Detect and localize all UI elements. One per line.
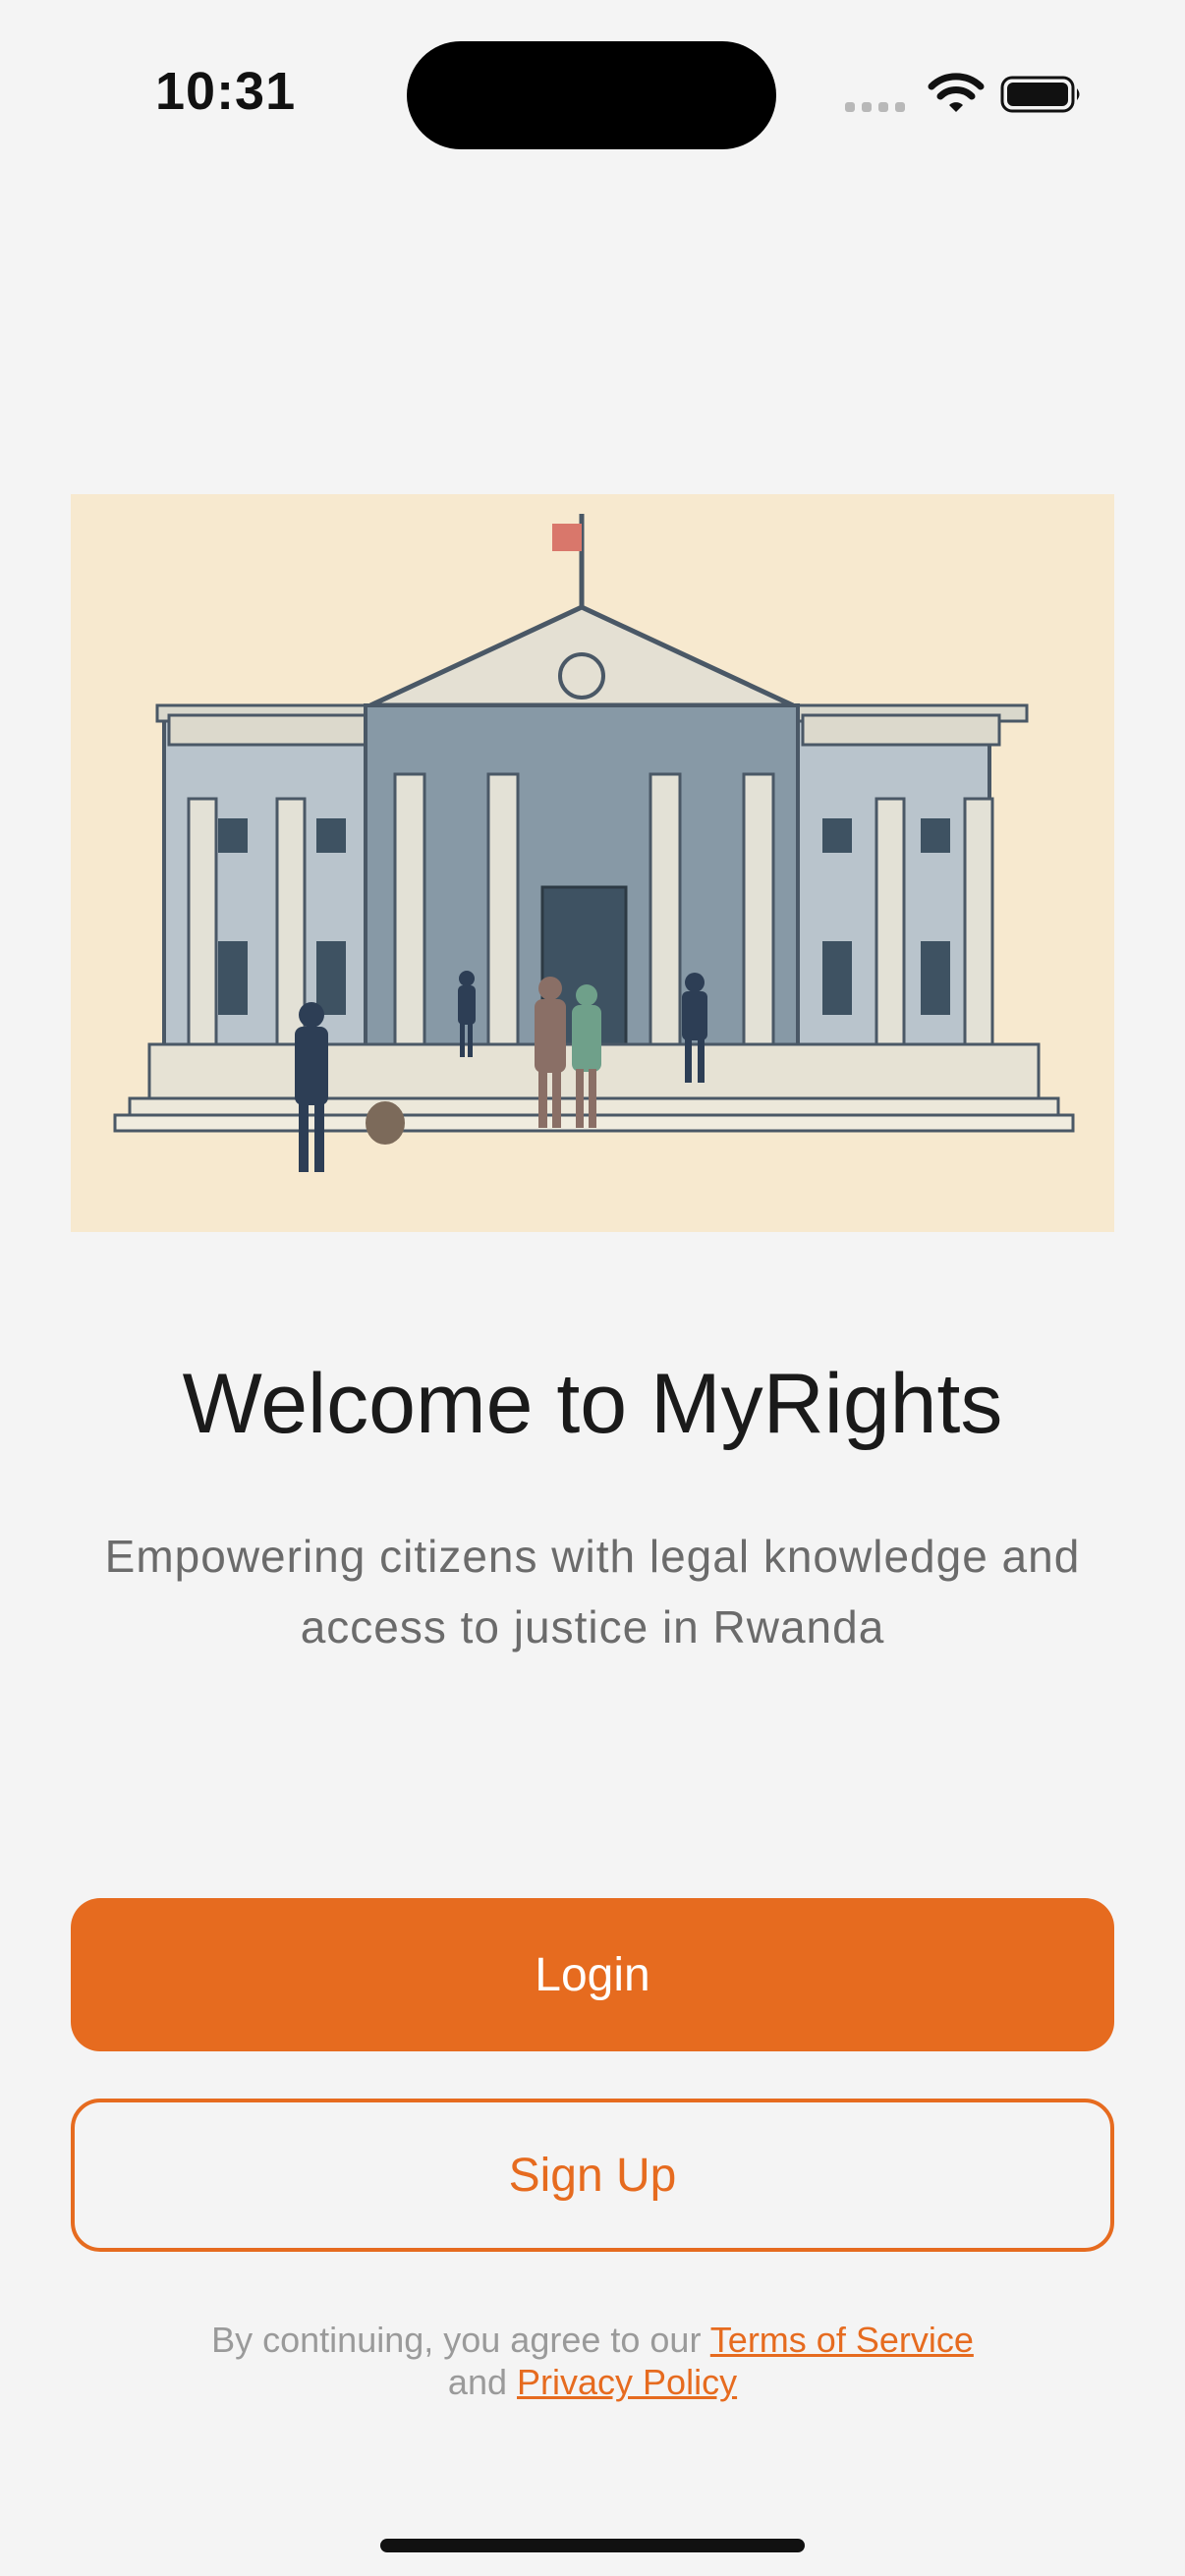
welcome-title: Welcome to MyRights xyxy=(182,1357,1003,1451)
legal-prefix: By continuing, you agree to our xyxy=(211,2320,702,2360)
legal-and: and xyxy=(447,2362,507,2402)
courthouse-illustration xyxy=(71,494,1114,1232)
status-icons xyxy=(845,71,1081,120)
wifi-icon xyxy=(928,73,985,112)
home-indicator[interactable] xyxy=(380,2539,805,2552)
status-bar: 10:31 xyxy=(0,0,1185,187)
terms-of-service-link[interactable]: Terms of Service xyxy=(710,2320,974,2360)
welcome-subtitle: Empowering citizens with legal knowledge… xyxy=(104,1531,1081,1652)
login-button[interactable]: Login xyxy=(71,1898,1114,2051)
dynamic-island xyxy=(407,41,776,149)
status-time: 10:31 xyxy=(155,62,297,121)
privacy-policy-link[interactable]: Privacy Policy xyxy=(517,2362,737,2402)
hero-illustration xyxy=(71,494,1114,1232)
signup-button[interactable]: Sign Up xyxy=(71,2099,1114,2252)
battery-icon xyxy=(1000,76,1080,113)
signal-icon xyxy=(845,102,905,112)
legal-notice: By continuing, you agree to our Terms of… xyxy=(98,2319,1087,2403)
